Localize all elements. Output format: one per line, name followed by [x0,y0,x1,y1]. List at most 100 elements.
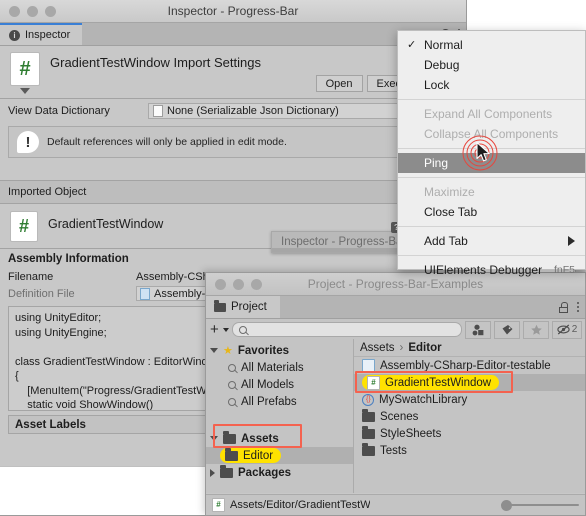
project-tree-panel: ★ Favorites All Materials All Models All… [206,339,354,493]
breadcrumb-assets[interactable]: Assets [360,342,395,354]
project-status-bar: # Assets/Editor/GradientTestWindow.cs [206,494,585,515]
folder-icon [362,409,375,422]
file-row-label: Assembly-CSharp-Editor-testable [380,359,551,372]
file-row-tests[interactable]: Tests [354,442,585,459]
menu-item-label: Add Tab [424,234,468,248]
folder-icon [225,448,238,461]
tree-item-label: All Models [241,378,295,391]
view-data-dictionary-label: View Data Dictionary [8,105,110,117]
search-icon [238,325,247,334]
tree-item-label: Favorites [237,344,290,357]
overflow-menu-icon[interactable] [577,302,579,312]
file-row-highlight-pill: # GradientTestWindow [362,375,500,390]
status-path: Assets/Editor/GradientTestWindow.cs [230,499,370,511]
tree-item-label: Editor [243,449,274,462]
menu-item-expand-all-components: Expand All Components [398,104,585,124]
assembly-definition-icon [140,287,150,300]
menu-item-lock[interactable]: Lock [398,75,585,95]
menu-item-uielements-debugger[interactable]: UIElements Debugger fnF5 [398,260,585,280]
project-tabstrip: Project [206,296,585,319]
filter-by-type-button[interactable] [465,320,491,339]
help-box: ! Default references will only be applie… [8,126,458,158]
file-row-myswatchlibrary[interactable]: MySwatchLibrary [354,391,585,408]
menu-item-label: Close Tab [424,205,478,219]
csharp-script-icon: # [367,375,380,390]
imported-object-label: Imported Object [8,186,87,198]
project-file-panel: Assets › Editor Assembly-CSharp-Editor-t… [354,339,585,493]
menu-item-close-tab[interactable]: Close Tab [398,202,585,222]
chevron-down-icon[interactable] [210,436,218,441]
project-window: Project - Progress-Bar-Examples Project … [205,272,586,516]
lock-icon[interactable] [559,301,568,313]
file-row-label: GradientTestWindow [385,376,492,389]
csharp-script-icon: # [10,211,38,242]
tab-project[interactable]: Project [206,296,280,318]
tree-item-favorites[interactable]: ★ Favorites [206,342,353,359]
menu-separator [398,99,585,100]
tree-item-label: All Materials [241,361,304,374]
breadcrumb-separator-icon: › [399,341,404,354]
chevron-down-icon[interactable] [210,348,218,353]
search-input[interactable] [231,322,462,337]
menu-item-debug[interactable]: Debug [398,55,585,75]
search-icon [228,380,236,389]
folder-icon [362,426,375,439]
help-box-text: Default references will only be applied … [47,136,287,148]
inspector-window-title: Inspector - Progress-Bar [167,4,299,18]
create-asset-button[interactable]: + [209,322,220,337]
chevron-down-icon[interactable] [222,327,229,332]
tree-item-all-prefabs[interactable]: All Prefabs [206,393,353,410]
file-row-gradienttestwindow[interactable]: # GradientTestWindow [354,374,585,391]
csharp-script-icon: # [10,52,40,94]
menu-item-label: Debug [424,58,460,72]
menu-item-normal[interactable]: ✓ Normal [398,35,585,55]
menu-item-label: UIElements Debugger [424,263,543,277]
project-body: ★ Favorites All Materials All Models All… [206,339,585,493]
project-tab-controls [559,296,579,318]
tree-item-all-models[interactable]: All Models [206,376,353,393]
folder-icon [220,465,233,478]
warning-icon: ! [17,131,39,153]
imported-object-name: GradientTestWindow [48,217,164,231]
tab-inspector-label: Inspector [25,29,71,41]
import-settings-title: GradientTestWindow Import Settings [50,55,261,70]
tree-item-all-materials[interactable]: All Materials [206,359,353,376]
thumbnail-zoom-slider[interactable] [501,499,579,511]
breadcrumb-editor[interactable]: Editor [408,342,441,354]
menu-item-maximize: Maximize [398,182,585,202]
slider-knob[interactable] [501,500,512,511]
menu-item-add-tab[interactable]: Add Tab [398,231,585,251]
assembly-information-title: Assembly Information [8,253,129,265]
filter-by-label-button[interactable] [494,320,520,339]
open-button[interactable]: Open [315,75,363,92]
tree-item-highlight-pill: Editor [220,448,282,463]
tree-item-label: All Prefabs [241,395,297,408]
check-icon: ✓ [407,39,417,51]
tree-item-packages[interactable]: Packages [206,464,353,481]
search-icon [228,363,236,372]
file-row-scenes[interactable]: Scenes [354,408,585,425]
search-icon [228,397,236,406]
filter-favorites-button[interactable] [523,320,549,339]
file-row-label: StyleSheets [380,427,442,440]
file-row-label: Scenes [380,410,419,423]
tree-item-assets[interactable]: Assets [206,430,353,447]
object-icon [153,105,163,117]
menu-item-label: Maximize [424,185,475,199]
inspector-titlebar[interactable]: Inspector - Progress-Bar [0,0,466,23]
view-data-dictionary-value: None (Serializable Json Dictionary) [167,105,339,117]
menu-separator [398,177,585,178]
menu-item-label: Normal [424,38,463,52]
project-toolbar: + 2 [206,319,585,341]
tree-item-editor[interactable]: Editor [206,447,353,464]
assembly-definition-label: Definition File [8,287,75,300]
menu-separator [398,226,585,227]
hidden-assets-toggle[interactable]: 2 [552,320,582,339]
folder-icon [223,431,236,444]
tab-inspector[interactable]: i Inspector [0,23,83,45]
file-row-stylesheets[interactable]: StyleSheets [354,425,585,442]
assembly-definition-icon [362,358,375,373]
file-row-assembly[interactable]: Assembly-CSharp-Editor-testable [354,357,585,374]
chevron-right-icon[interactable] [210,468,215,477]
menu-item-label: Expand All Components [424,107,553,121]
